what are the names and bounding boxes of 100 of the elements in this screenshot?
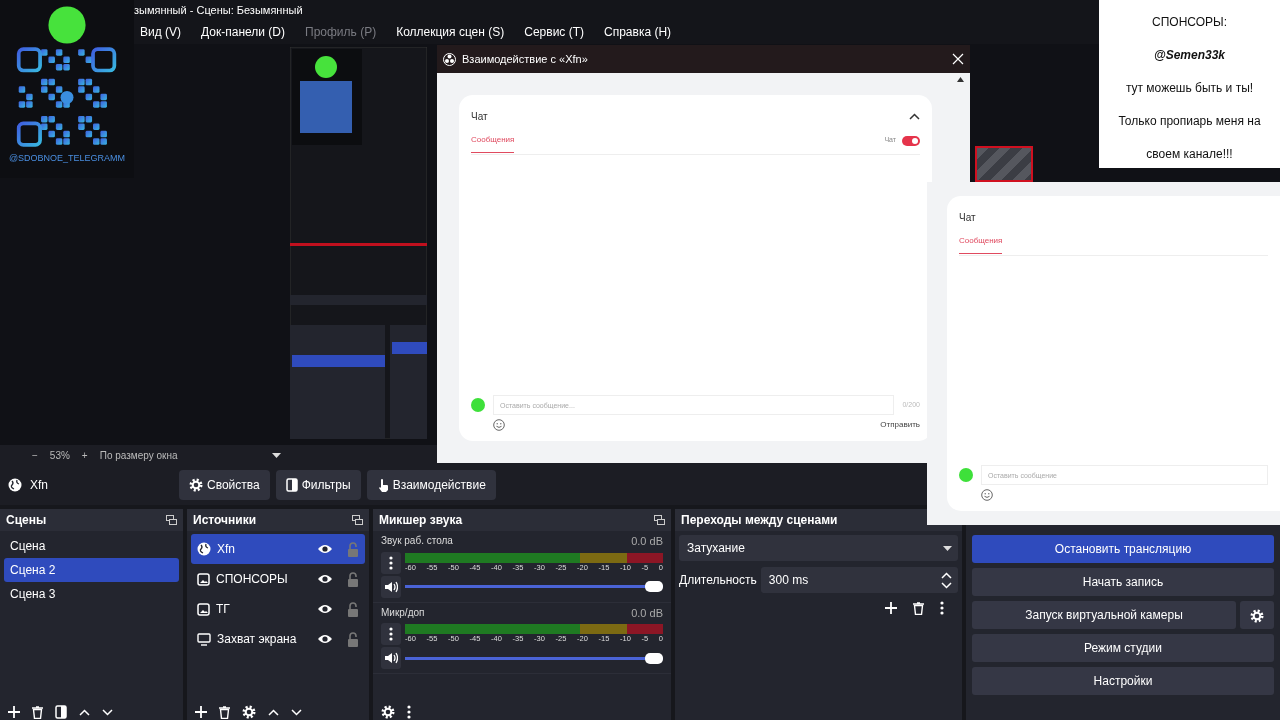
more-options-icon[interactable] bbox=[389, 627, 393, 641]
scroll-up-icon[interactable] bbox=[957, 77, 964, 82]
dialog-title: Взаимодействие с «Xfn» bbox=[462, 51, 589, 67]
scene-item[interactable]: Сцена bbox=[4, 534, 179, 558]
emoji-icon[interactable] bbox=[981, 489, 993, 501]
chevron-up-icon[interactable] bbox=[79, 708, 90, 716]
pointing-hand-icon bbox=[376, 477, 389, 493]
source-item[interactable]: СПОНСОРЫ bbox=[191, 564, 365, 594]
caret-down-icon[interactable] bbox=[943, 545, 952, 551]
more-options-icon[interactable] bbox=[389, 555, 393, 570]
emoji-icon[interactable] bbox=[493, 419, 505, 431]
sponsor-text: Только пропиарь меня на своем канале!!! bbox=[1117, 113, 1262, 163]
duration-label: Длительность bbox=[679, 572, 757, 589]
trash-icon[interactable] bbox=[32, 705, 43, 719]
eye-icon[interactable] bbox=[317, 603, 333, 615]
control-button[interactable]: Режим студии bbox=[972, 634, 1274, 662]
source-item[interactable]: Xfn bbox=[191, 534, 365, 564]
dock-title: Сцены bbox=[6, 512, 47, 529]
dock-title: Микшер звука bbox=[379, 512, 463, 529]
speaker-icon[interactable] bbox=[384, 652, 398, 664]
scene-item[interactable]: Сцена 3 bbox=[4, 582, 179, 606]
selected-source-frame bbox=[975, 146, 1033, 182]
control-button[interactable]: Запуск виртуальной камеры bbox=[972, 601, 1236, 629]
sponsor-text: СПОНСОРЫ: bbox=[1152, 14, 1227, 31]
undock-icon[interactable] bbox=[654, 515, 665, 525]
gear-icon[interactable] bbox=[242, 705, 256, 719]
settings-button[interactable] bbox=[1240, 601, 1274, 629]
channel-name: Звук раб. стола bbox=[381, 534, 453, 548]
toolbar-button[interactable]: Фильтры bbox=[275, 470, 361, 500]
menu-item[interactable]: Коллекция сцен (S) bbox=[396, 23, 505, 41]
chat-tab[interactable]: Сообщения bbox=[471, 128, 515, 153]
source-item[interactable]: Захват экрана bbox=[191, 624, 365, 654]
gear-icon bbox=[381, 705, 395, 719]
scene-item[interactable]: Сцена 2 bbox=[4, 558, 179, 582]
undock-icon[interactable] bbox=[166, 515, 177, 525]
caret-down-icon[interactable] bbox=[271, 452, 281, 458]
sponsor-text: @Semen33k bbox=[1153, 47, 1226, 64]
duration-field[interactable]: 300 ms bbox=[760, 567, 958, 593]
chevron-down-icon[interactable] bbox=[102, 708, 113, 716]
close-icon[interactable] bbox=[952, 53, 964, 65]
sponsor-text: тут можешь быть и ты! bbox=[1125, 80, 1254, 97]
filter-icon[interactable] bbox=[55, 705, 67, 719]
send-button[interactable]: Отправить bbox=[880, 419, 920, 431]
add-icon[interactable] bbox=[8, 706, 20, 718]
trash-icon[interactable] bbox=[913, 601, 924, 615]
eye-icon[interactable] bbox=[317, 633, 333, 645]
transition-select[interactable]: Затухание bbox=[679, 535, 958, 561]
zoom-out-button[interactable]: − bbox=[32, 447, 38, 463]
gear-icon bbox=[189, 478, 203, 492]
slider-thumb[interactable] bbox=[645, 581, 663, 592]
chevron-down-icon[interactable] bbox=[291, 708, 302, 716]
speaker-icon[interactable] bbox=[384, 580, 398, 593]
window-title: зымянный - Сцены: Безымянный bbox=[134, 4, 303, 16]
chevron-up-icon[interactable] bbox=[268, 708, 279, 716]
chevron-down-icon[interactable] bbox=[941, 581, 952, 589]
chat-title: Чат bbox=[959, 210, 976, 225]
add-icon[interactable] bbox=[885, 602, 897, 614]
gear-icon bbox=[1250, 608, 1264, 623]
source-label: Захват экрана bbox=[217, 631, 298, 648]
toolbar-button[interactable]: Взаимодействие bbox=[366, 470, 496, 500]
mute-button[interactable] bbox=[381, 575, 401, 598]
add-icon[interactable] bbox=[195, 706, 207, 718]
chat-toggle[interactable] bbox=[902, 135, 920, 146]
undock-icon[interactable] bbox=[352, 515, 363, 525]
menu-item[interactable]: Док-панели (D) bbox=[201, 23, 285, 41]
zoom-level: 53% bbox=[49, 448, 70, 463]
source-label: Xfn bbox=[217, 541, 236, 558]
avatar-circle bbox=[959, 468, 973, 482]
more-options-icon[interactable] bbox=[940, 601, 944, 615]
eye-icon[interactable] bbox=[317, 573, 333, 585]
chat-tab[interactable]: Сообщения bbox=[959, 229, 1003, 254]
unlocked-lock-icon[interactable] bbox=[347, 631, 359, 647]
eye-icon[interactable] bbox=[317, 543, 333, 555]
mute-button[interactable] bbox=[381, 647, 401, 669]
monitor-icon bbox=[197, 632, 211, 646]
channel-menu-button[interactable] bbox=[381, 623, 401, 645]
image-icon bbox=[197, 572, 210, 586]
zoom-in-button[interactable]: + bbox=[81, 447, 88, 463]
avatar-circle bbox=[471, 398, 485, 412]
dock-title: Источники bbox=[193, 512, 257, 529]
unlocked-lock-icon[interactable] bbox=[347, 571, 359, 587]
menu-item[interactable]: Сервис (T) bbox=[524, 23, 584, 41]
control-button[interactable]: Остановить трансляцию bbox=[972, 535, 1274, 563]
trash-icon[interactable] bbox=[219, 705, 230, 719]
zoom-mode-select[interactable]: По размеру окна bbox=[99, 447, 260, 463]
unlocked-lock-icon[interactable] bbox=[347, 601, 359, 617]
more-options-icon[interactable] bbox=[407, 705, 411, 719]
menu-item: Профиль (P) bbox=[305, 24, 377, 41]
control-button[interactable]: Настройки bbox=[972, 667, 1274, 695]
channel-name: Микр/доп bbox=[381, 605, 425, 620]
chevron-up-icon[interactable] bbox=[941, 571, 952, 579]
control-button[interactable]: Начать запись bbox=[972, 568, 1274, 596]
collapse-chevron-icon[interactable] bbox=[909, 112, 920, 120]
channel-reading: 0.0 dB bbox=[631, 534, 663, 549]
menu-item[interactable]: Вид (V) bbox=[140, 23, 182, 41]
dock-title: Переходы между сценами bbox=[681, 512, 838, 529]
toolbar-button[interactable]: Свойства bbox=[179, 470, 270, 500]
source-item[interactable]: ТГ bbox=[191, 594, 365, 624]
menu-item[interactable]: Справка (H) bbox=[604, 23, 672, 41]
slider-thumb[interactable] bbox=[645, 652, 663, 664]
